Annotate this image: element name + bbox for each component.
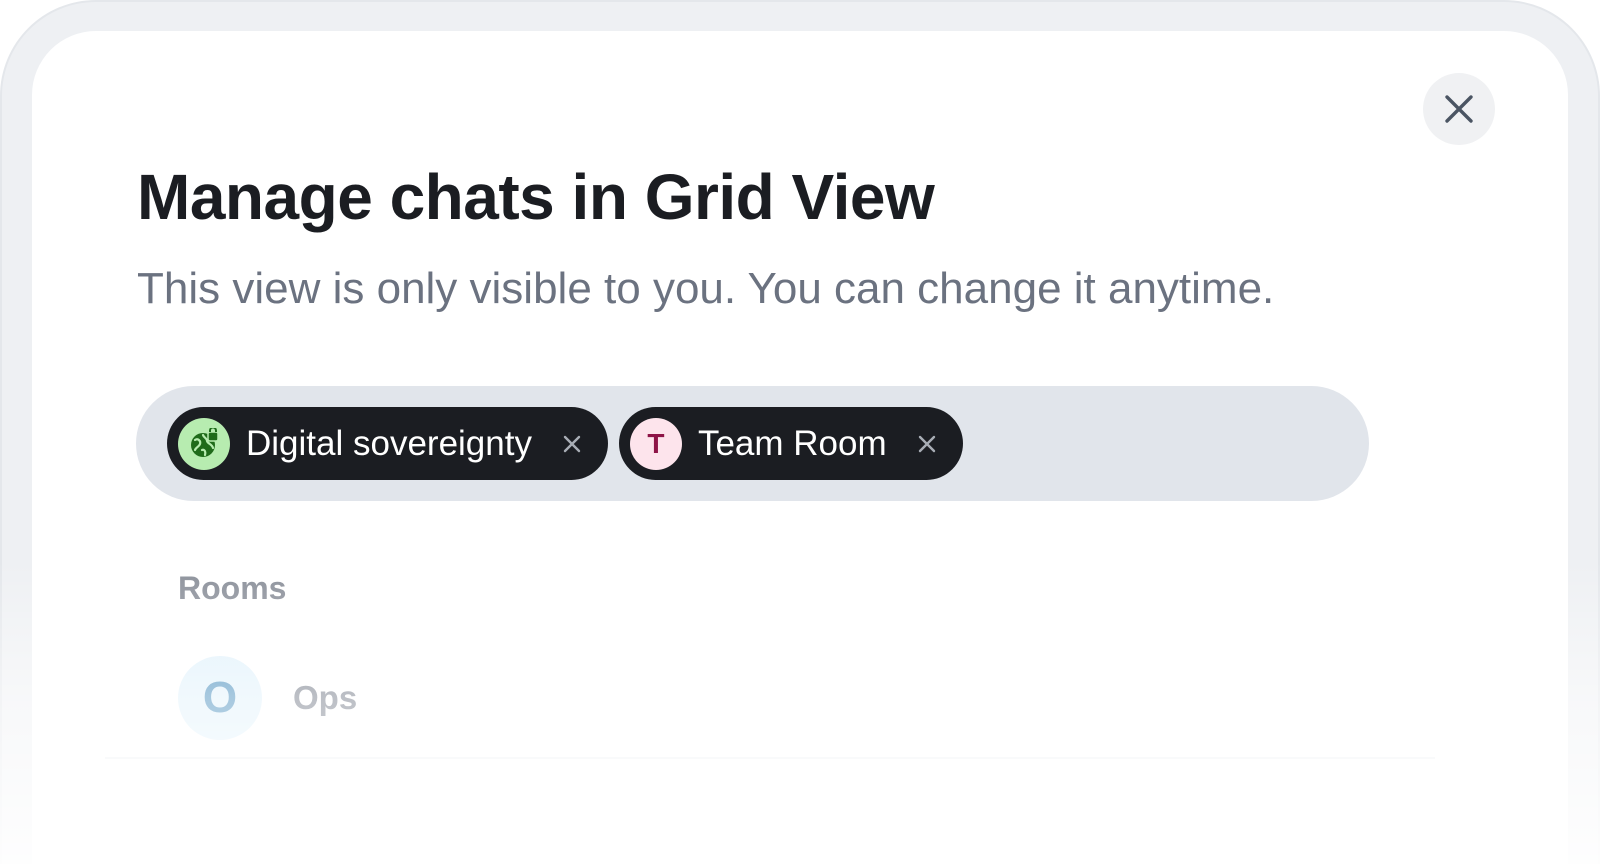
chip-label: Digital sovereignty: [246, 423, 532, 463]
close-button[interactable]: [1423, 73, 1495, 145]
selected-chats-field[interactable]: Digital sovereignty T Team Room: [136, 386, 1369, 501]
chip-digital-sovereignty[interactable]: Digital sovereignty: [167, 407, 608, 480]
close-icon: [1445, 95, 1473, 123]
dialog-subtitle: This view is only visible to you. You ca…: [137, 264, 1275, 313]
chat-avatar: [178, 417, 230, 470]
chip-team-room[interactable]: T Team Room: [618, 407, 963, 480]
room-avatar: O: [178, 656, 262, 740]
globe-lock-icon: [191, 427, 219, 457]
divider: [105, 757, 1435, 759]
close-icon: [563, 435, 581, 452]
list-item[interactable]: O Ops: [178, 656, 357, 740]
rooms-section-label: Rooms: [178, 570, 287, 606]
close-icon: [918, 435, 935, 452]
chat-avatar: T: [629, 417, 682, 470]
chip-label: Team Room: [697, 423, 887, 463]
room-name: Ops: [293, 679, 358, 716]
dialog-title: Manage chats in Grid View: [137, 161, 935, 233]
remove-chip-button[interactable]: [917, 434, 937, 454]
remove-chip-button[interactable]: [562, 434, 582, 454]
